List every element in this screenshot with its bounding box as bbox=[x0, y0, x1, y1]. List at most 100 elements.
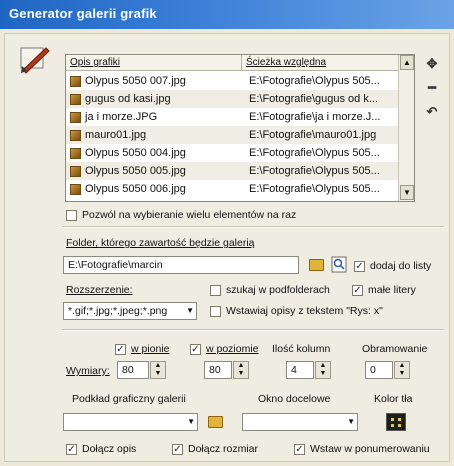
item-name: gugus od kasi.jpg bbox=[85, 93, 171, 105]
search-subfolders-checkbox[interactable]: szukaj w podfolderach bbox=[210, 284, 330, 296]
image-file-icon bbox=[70, 93, 81, 105]
paintbrush-icon bbox=[20, 47, 50, 74]
move-icon[interactable]: ✥ bbox=[425, 56, 439, 80]
checkbox-box[interactable] bbox=[66, 209, 77, 221]
gallery-generator-window: Generator galerii grafik Opis grafiki Śc… bbox=[0, 0, 454, 466]
item-path: E:\Fotografie\ja i morze.J... bbox=[249, 111, 381, 123]
column-header-description[interactable]: Opis grafiki bbox=[66, 55, 242, 71]
image-file-icon bbox=[70, 165, 81, 177]
extension-value: *.gif;*.jpg;*.jpeg;*.png bbox=[68, 305, 168, 317]
open-folder-icon[interactable] bbox=[208, 416, 223, 428]
extension-combo[interactable]: *.gif;*.jpg;*.jpeg;*.png ▼ bbox=[63, 302, 197, 320]
border-input[interactable]: 0 bbox=[365, 361, 393, 379]
attach-caption-label: Dołącz opis bbox=[82, 443, 137, 455]
lowercase-label: małe litery bbox=[368, 284, 416, 296]
extension-label: Rozszerzenie: bbox=[66, 284, 133, 296]
checkbox-box[interactable]: ✓ bbox=[352, 284, 363, 296]
checkbox-box[interactable]: ✓ bbox=[190, 343, 201, 355]
checkbox-box[interactable]: ✓ bbox=[115, 343, 126, 355]
dropdown-arrow-icon[interactable]: ▼ bbox=[186, 306, 194, 315]
columns-input[interactable]: 4 bbox=[286, 361, 314, 379]
vertical-checkbox[interactable]: ✓ w pionie bbox=[115, 343, 170, 355]
insert-captions-checkbox[interactable]: Wstawiaj opisy z tekstem "Rys: x" bbox=[210, 305, 383, 317]
checkbox-box[interactable] bbox=[210, 284, 221, 296]
size-label: Wymiary: bbox=[66, 365, 110, 377]
horizontal-size-spinner[interactable]: ▲ ▼ bbox=[233, 361, 249, 379]
search-subfolders-label: szukaj w podfolderach bbox=[226, 284, 330, 296]
undo-icon[interactable]: ↶ bbox=[425, 104, 439, 128]
image-file-icon bbox=[70, 183, 81, 195]
columns-label: Ilość kolumn bbox=[272, 343, 331, 355]
open-folder-icon[interactable] bbox=[309, 259, 324, 271]
remove-icon[interactable]: ━ bbox=[425, 80, 439, 104]
checkbox-box[interactable]: ✓ bbox=[354, 260, 365, 272]
divider bbox=[62, 329, 444, 331]
image-file-icon bbox=[70, 75, 81, 87]
item-path: E:\Fotografie\Olypus 505... bbox=[249, 165, 380, 177]
item-path: E:\Fotografie\Olypus 505... bbox=[249, 147, 380, 159]
dropdown-arrow-icon[interactable]: ▼ bbox=[187, 417, 195, 426]
list-side-buttons: ✥ ━ ↶ bbox=[425, 56, 439, 128]
horizontal-label: w poziomie bbox=[206, 343, 259, 355]
multi-select-label: Pozwól na wybieranie wielu elementów na … bbox=[82, 209, 297, 221]
attach-size-checkbox[interactable]: ✓ Dołącz rozmiar bbox=[172, 443, 258, 455]
vertical-size-spinner[interactable]: ▲ ▼ bbox=[150, 361, 166, 379]
item-path: E:\Fotografie\Olypus 505... bbox=[249, 183, 380, 195]
gallery-bg-label: Podkład graficzny galerii bbox=[72, 393, 186, 405]
checkbox-box[interactable]: ✓ bbox=[172, 443, 183, 455]
window-title: Generator galerii grafik bbox=[0, 0, 454, 29]
lowercase-checkbox[interactable]: ✓ małe litery bbox=[352, 284, 416, 296]
item-name: ja i morze.JPG bbox=[85, 111, 158, 123]
item-path: E:\Fotografie\mauro01.jpg bbox=[249, 129, 377, 141]
list-scrollbar[interactable]: ▲ ▼ bbox=[398, 55, 414, 201]
attach-size-label: Dołącz rozmiar bbox=[188, 443, 259, 455]
search-folder-icon[interactable] bbox=[331, 256, 347, 273]
multi-select-checkbox[interactable]: Pozwól na wybieranie wielu elementów na … bbox=[66, 209, 296, 221]
folder-path-input[interactable]: E:\Fotografie\marcin bbox=[63, 256, 299, 274]
list-item[interactable]: mauro01.jpg E:\Fotografie\mauro01.jpg bbox=[66, 126, 399, 144]
list-item[interactable]: ja i morze.JPG E:\Fotografie\ja i morze.J… bbox=[66, 108, 399, 126]
border-label: Obramowanie bbox=[362, 343, 428, 355]
gallery-bg-combo[interactable]: ▼ bbox=[63, 413, 198, 431]
insert-in-brackets-checkbox[interactable]: ✓ Wstaw w ponumerowaniu bbox=[294, 443, 430, 455]
item-name: Olypus 5050 004.jpg bbox=[85, 147, 186, 159]
item-name: Olypus 5050 006.jpg bbox=[85, 183, 186, 195]
item-name: mauro01.jpg bbox=[85, 129, 147, 141]
image-list[interactable]: Opis grafiki Ścieżka względna Olypus 505… bbox=[65, 54, 415, 202]
list-item[interactable]: gugus od kasi.jpg E:\Fotografie\gugus od … bbox=[66, 90, 399, 108]
scroll-up-arrow-icon[interactable]: ▲ bbox=[400, 55, 414, 70]
attach-caption-checkbox[interactable]: ✓ Dołącz opis bbox=[66, 443, 136, 455]
image-file-icon bbox=[70, 147, 81, 159]
image-file-icon bbox=[70, 111, 81, 123]
checkbox-box[interactable]: ✓ bbox=[294, 443, 305, 455]
list-item[interactable]: Olypus 5050 006.jpg E:\Fotografie\Olypus … bbox=[66, 180, 399, 198]
dropdown-arrow-icon[interactable]: ▼ bbox=[347, 417, 355, 426]
list-item[interactable]: Olypus 5050 007.jpg E:\Fotografie\Olypus … bbox=[66, 72, 399, 90]
columns-spinner[interactable]: ▲ ▼ bbox=[315, 361, 331, 379]
image-file-icon bbox=[70, 129, 81, 141]
item-path: E:\Fotografie\gugus od k... bbox=[249, 93, 379, 105]
item-path: E:\Fotografie\Olypus 505... bbox=[249, 75, 380, 87]
list-item[interactable]: Olypus 5050 004.jpg E:\Fotografie\Olypus … bbox=[66, 144, 399, 162]
add-to-list-checkbox[interactable]: ✓ dodaj do listy bbox=[354, 260, 431, 272]
item-name: Olypus 5050 007.jpg bbox=[85, 75, 186, 87]
checkbox-box[interactable] bbox=[210, 305, 221, 317]
checkbox-box[interactable]: ✓ bbox=[66, 443, 77, 455]
insert-in-brackets-label: Wstaw w ponumerowaniu bbox=[310, 443, 430, 455]
list-item[interactable]: Olypus 5050 005.jpg E:\Fotografie\Olypus … bbox=[66, 162, 399, 180]
item-name: Olypus 5050 005.jpg bbox=[85, 165, 186, 177]
background-color-swatch[interactable] bbox=[386, 413, 406, 431]
list-header: Opis grafiki Ścieżka względna bbox=[66, 55, 399, 71]
add-to-list-label: dodaj do listy bbox=[370, 260, 432, 272]
divider bbox=[62, 226, 444, 228]
color-label: Kolor tła bbox=[374, 393, 413, 405]
horizontal-size-input[interactable]: 80 bbox=[204, 361, 232, 379]
horizontal-checkbox[interactable]: ✓ w poziomie bbox=[190, 343, 259, 355]
folder-label: Folder, którego zawartość będzie galerią bbox=[66, 237, 255, 249]
border-spinner[interactable]: ▲ ▼ bbox=[394, 361, 410, 379]
column-header-path[interactable]: Ścieżka względna bbox=[242, 55, 399, 71]
target-window-combo[interactable]: ▼ bbox=[242, 413, 358, 431]
vertical-label: w pionie bbox=[131, 343, 170, 355]
scroll-down-arrow-icon[interactable]: ▼ bbox=[400, 185, 414, 200]
vertical-size-input[interactable]: 80 bbox=[117, 361, 149, 379]
